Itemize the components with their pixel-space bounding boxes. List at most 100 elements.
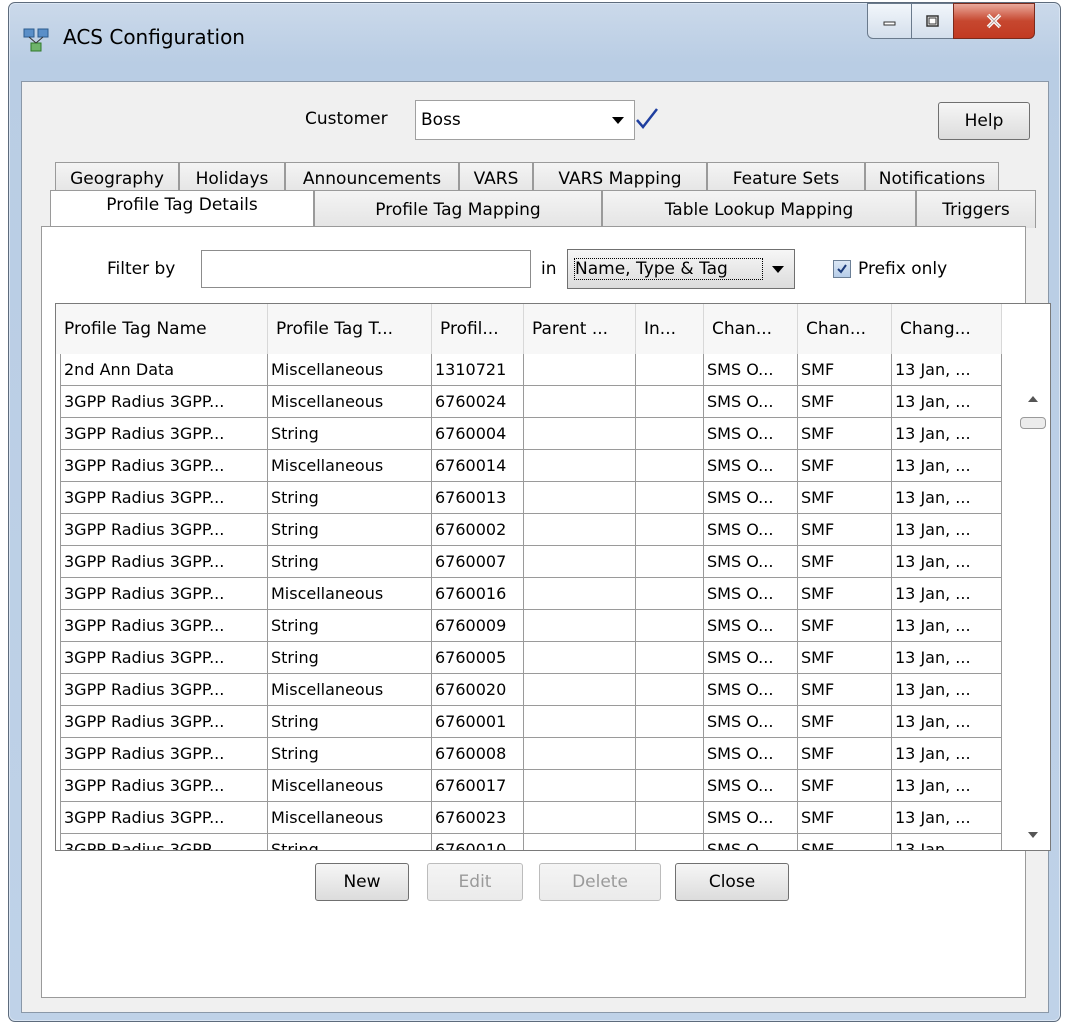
table-row[interactable]: 3GPP Radius 3GPP... String 6760007 SMS O...… [60,546,1002,578]
table-row[interactable]: 3GPP Radius 3GPP... String 6760009 SMS O...… [60,610,1002,642]
table-cell: SMF [798,578,892,610]
close-window-button[interactable] [953,3,1035,39]
column-header[interactable]: Profile Tag T... [268,304,432,354]
table-cell: 6760016 [432,578,524,610]
tab-triggers[interactable]: Triggers [916,190,1036,228]
table-row[interactable]: 3GPP Radius 3GPP... Miscellaneous 6760014 S… [60,450,1002,482]
table-row[interactable]: 3GPP Radius 3GPP... Miscellaneous 6760024 S… [60,386,1002,418]
app-window: ACS Configuration Customer Boss Help Geo… [8,2,1061,1022]
table-row[interactable]: 3GPP Radius 3GPP... String 6760002 SMS O...… [60,514,1002,546]
table-cell: String [268,642,432,674]
delete-button[interactable]: Delete [539,863,661,901]
tab-profile-tag-mapping[interactable]: Profile Tag Mapping [314,190,602,228]
table-cell: String [268,546,432,578]
table-cell: 6760008 [432,738,524,770]
table-cell [636,482,704,514]
filter-field-select[interactable]: Name, Type & Tag [567,249,795,289]
prefix-only-checkbox[interactable] [833,260,851,278]
table-row[interactable]: 2nd Ann Data Miscellaneous 1310721 SMS O...… [60,354,1002,386]
table-row[interactable]: 3GPP Radius 3GPP... String 6760008 SMS O...… [60,738,1002,770]
tab-row-bottom: Profile Tag Details Profile Tag Mapping … [50,190,1036,228]
table-cell: String [268,706,432,738]
table-cell: 13 Jan, ... [892,802,1002,834]
minimize-button[interactable] [867,3,913,39]
new-button[interactable]: New [315,863,409,901]
table-row[interactable]: 3GPP Radius 3GPP... String 6760004 SMS O...… [60,418,1002,450]
edit-button[interactable]: Edit [427,863,523,901]
table-cell [636,578,704,610]
filter-in-label: in [541,259,557,279]
table-cell: 13 Jan, ... [892,642,1002,674]
help-button[interactable]: Help [938,102,1030,140]
table-cell [636,674,704,706]
table-row[interactable]: 3GPP Radius 3GPP... Miscellaneous 6760023 S… [60,802,1002,834]
table-cell [524,546,636,578]
table-cell: Miscellaneous [268,674,432,706]
tab-table-lookup-mapping[interactable]: Table Lookup Mapping [602,190,916,228]
table-cell: 6760002 [432,514,524,546]
chevron-down-icon [772,265,784,273]
title-bar[interactable]: ACS Configuration [9,3,1060,81]
checkmark-icon [636,108,658,129]
table-cell [524,610,636,642]
table-row[interactable]: 3GPP Radius 3GPP... Miscellaneous 6760016 S… [60,578,1002,610]
table-cell: 6760013 [432,482,524,514]
table-cell: SMS O... [704,418,798,450]
filter-label: Filter by [107,259,176,279]
column-header[interactable]: Chang... [892,304,1002,354]
table-cell: Miscellaneous [268,386,432,418]
column-header[interactable]: In... [636,304,704,354]
close-button[interactable]: Close [675,863,789,901]
table-cell: String [268,738,432,770]
table-cell: 6760024 [432,386,524,418]
table-cell: 6760014 [432,450,524,482]
table-row[interactable]: 3GPP Radius 3GPP... Miscellaneous 6760020 S… [60,674,1002,706]
table-cell: SMF [798,514,892,546]
scroll-down-icon[interactable] [1028,832,1038,838]
table-row[interactable]: 3GPP Radius 3GPP... String 6760001 SMS O...… [60,706,1002,738]
table-cell: String [268,514,432,546]
table-cell: 13 Jan, ... [892,418,1002,450]
table-body: 2nd Ann Data Miscellaneous 1310721 SMS O...… [60,354,1002,850]
table-cell: 3GPP Radius 3GPP... [60,738,268,770]
table-cell [636,418,704,450]
table-cell: String [268,482,432,514]
table-row[interactable]: 3GPP Radius 3GPP... String 6760005 SMS O...… [60,642,1002,674]
column-header[interactable]: Chan... [704,304,798,354]
column-header[interactable]: Parent ... [524,304,636,354]
table-cell: Miscellaneous [268,450,432,482]
table-cell [524,706,636,738]
table-row[interactable]: 3GPP Radius 3GPP... Miscellaneous 6760017 S… [60,770,1002,802]
table-cell [524,802,636,834]
table-cell: 2nd Ann Data [60,354,268,386]
table-cell [636,738,704,770]
filter-input[interactable] [201,250,531,288]
table-cell: 3GPP Radius 3GPP... [60,834,268,850]
tab-profile-tag-details[interactable]: Profile Tag Details [50,190,314,228]
table-cell [636,642,704,674]
table-cell: 13 Jan, ... [892,546,1002,578]
scrollbar-thumb[interactable] [1020,417,1046,429]
table-cell: 6760009 [432,610,524,642]
table-row[interactable]: 3GPP Radius 3GPP... String 6760010 SMS O...… [60,834,1002,850]
maximize-button[interactable] [911,3,955,39]
vertical-scrollbar[interactable] [1018,354,1048,850]
table-cell: 13 Jan, ... [892,354,1002,386]
table-cell: String [268,610,432,642]
customer-select[interactable]: Boss [415,100,635,140]
column-header[interactable]: Profile Tag Name [56,304,268,354]
table-cell: 13 Jan, ... [892,482,1002,514]
table-cell: SMS O... [704,834,798,850]
window-title: ACS Configuration [63,25,245,49]
table-cell: 6760017 [432,770,524,802]
table-row[interactable]: 3GPP Radius 3GPP... String 6760013 SMS O...… [60,482,1002,514]
table-cell [636,450,704,482]
table-cell: SMS O... [704,738,798,770]
column-header[interactable]: Chan... [798,304,892,354]
table-cell [524,354,636,386]
table-cell: SMF [798,546,892,578]
table-cell [636,514,704,546]
scroll-up-icon[interactable] [1028,396,1038,402]
table-header: Profile Tag Name Profile Tag T... Profil… [56,304,1002,354]
column-header[interactable]: Profil... [432,304,524,354]
